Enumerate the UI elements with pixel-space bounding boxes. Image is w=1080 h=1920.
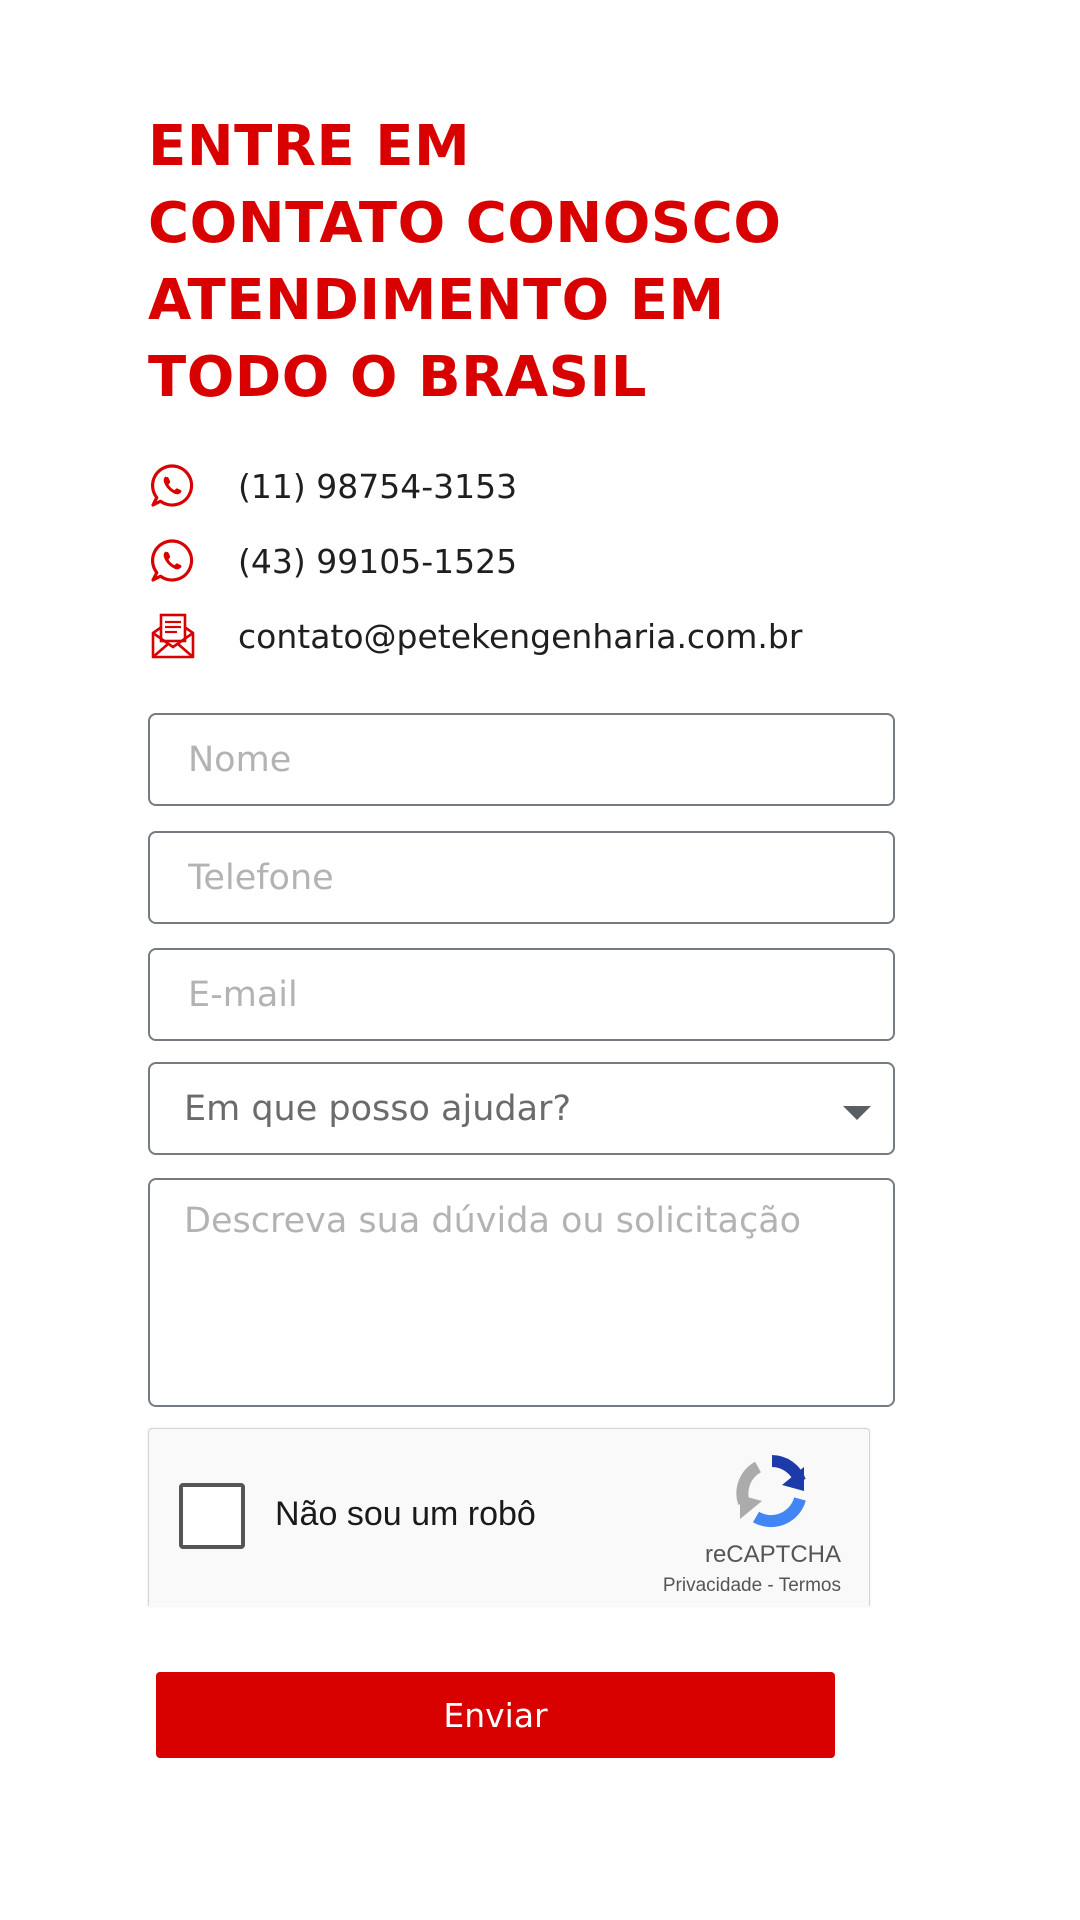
recaptcha-checkbox[interactable] xyxy=(179,1483,245,1549)
submit-button[interactable]: Enviar xyxy=(156,1672,835,1758)
whatsapp-icon xyxy=(148,536,198,586)
privacy-link[interactable]: Privacidade xyxy=(663,1575,762,1596)
subject-select-value: Em que posso ajudar? xyxy=(184,1088,572,1129)
email-input[interactable] xyxy=(148,948,895,1041)
recaptcha-label: Não sou um robô xyxy=(275,1495,536,1533)
recaptcha-widget: Não sou um robô reCAPTCHA Privacidade - … xyxy=(148,1428,870,1606)
recaptcha-logo-icon xyxy=(736,1455,806,1528)
subject-select[interactable]: Em que posso ajudar? xyxy=(148,1062,895,1155)
contact-email[interactable]: contato@petekengenharia.com.br xyxy=(148,608,802,664)
heading-line: ATENDIMENTO EM xyxy=(148,268,725,333)
terms-link[interactable]: Termos xyxy=(779,1575,841,1596)
contact-phone-1[interactable]: (11) 98754-3153 xyxy=(148,458,517,514)
contact-text: (11) 98754-3153 xyxy=(238,466,518,506)
phone-input[interactable] xyxy=(148,831,895,924)
chevron-down-icon xyxy=(843,1106,871,1120)
links-separator: - xyxy=(762,1575,779,1596)
message-textarea[interactable] xyxy=(148,1178,895,1407)
heading-line: TODO O BRASIL xyxy=(148,345,647,410)
contact-text: (43) 99105-1525 xyxy=(238,541,518,581)
heading-line: CONTATO CONOSCO xyxy=(148,191,782,256)
whatsapp-icon xyxy=(148,461,198,511)
name-input[interactable] xyxy=(148,713,895,806)
heading-line: ENTRE EM xyxy=(148,114,471,179)
contact-phone-2[interactable]: (43) 99105-1525 xyxy=(148,533,517,589)
recaptcha-links: Privacidade - Termos xyxy=(663,1575,841,1597)
contact-text: contato@petekengenharia.com.br xyxy=(238,616,803,656)
recaptcha-brand: reCAPTCHA xyxy=(704,1541,841,1568)
page-heading: ENTRE EM CONTATO CONOSCO ATENDIMENTO EM … xyxy=(148,108,948,416)
email-icon xyxy=(148,611,198,661)
